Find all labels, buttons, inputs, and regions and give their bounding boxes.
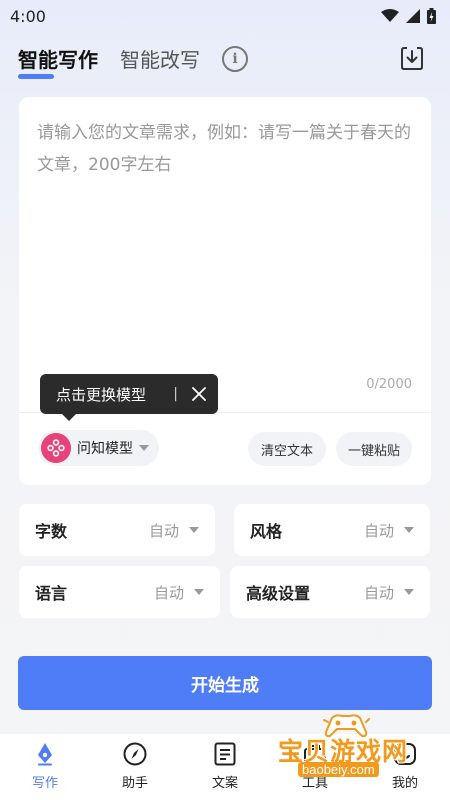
chevron-down-icon bbox=[139, 445, 149, 451]
advanced-settings-option[interactable]: 高级设置 自动 bbox=[230, 566, 430, 618]
compass-icon bbox=[123, 742, 147, 766]
download-icon[interactable] bbox=[400, 45, 424, 71]
nav-item-tools[interactable]: 工具 bbox=[270, 734, 360, 800]
pen-nib-icon bbox=[38, 743, 52, 766]
char-counter: 0/2000 bbox=[366, 377, 412, 392]
nav-label: 我的 bbox=[391, 776, 418, 791]
chevron-down-icon bbox=[404, 589, 414, 595]
option-value: 自动 bbox=[154, 582, 204, 603]
option-value: 自动 bbox=[364, 520, 414, 541]
battery-icon bbox=[427, 8, 436, 24]
nav-item-copywriting[interactable]: 文案 bbox=[180, 734, 270, 800]
status-time: 4:00 bbox=[10, 6, 46, 26]
close-icon[interactable] bbox=[192, 387, 206, 401]
paste-button[interactable]: 一键粘贴 bbox=[336, 432, 412, 466]
option-value-text: 自动 bbox=[363, 583, 394, 602]
chevron-down-icon bbox=[194, 589, 204, 595]
nav-item-assistant[interactable]: 助手 bbox=[90, 734, 180, 800]
profile-icon bbox=[394, 743, 416, 765]
header: 智能写作 智能改写 i bbox=[0, 36, 450, 82]
option-label: 字数 bbox=[35, 522, 68, 541]
option-label: 风格 bbox=[250, 522, 283, 541]
status-icons bbox=[381, 8, 436, 24]
option-value-text: 自动 bbox=[363, 521, 394, 540]
option-value: 自动 bbox=[364, 582, 414, 603]
nav-label: 助手 bbox=[121, 776, 148, 791]
nav-label: 写作 bbox=[31, 776, 58, 791]
nav-item-writing[interactable]: 写作 bbox=[0, 734, 90, 800]
option-label: 语言 bbox=[35, 584, 68, 603]
document-icon bbox=[214, 742, 236, 766]
signal-icon bbox=[406, 9, 420, 23]
nav-item-profile[interactable]: 我的 bbox=[360, 734, 450, 800]
option-value: 自动 bbox=[149, 520, 199, 541]
tab-smart-writing[interactable]: 智能写作 bbox=[18, 44, 98, 79]
toolbox-icon bbox=[304, 745, 326, 765]
language-option[interactable]: 语言 自动 bbox=[19, 566, 220, 618]
option-value-text: 自动 bbox=[153, 583, 184, 602]
status-bar: 4:00 bbox=[0, 0, 450, 32]
bottom-nav: 写作 助手 文案 工具 我的 bbox=[0, 734, 450, 800]
start-generate-button[interactable]: 开始生成 bbox=[18, 656, 432, 710]
clear-text-button[interactable]: 清空文本 bbox=[248, 432, 326, 466]
article-request-input[interactable] bbox=[37, 117, 415, 357]
style-option[interactable]: 风格 自动 bbox=[234, 504, 430, 556]
word-count-option[interactable]: 字数 自动 bbox=[19, 504, 215, 556]
chevron-down-icon bbox=[404, 527, 414, 533]
tooltip-text: 点击更换模型 bbox=[56, 385, 147, 404]
model-selector-label: 问知模型 bbox=[77, 441, 133, 457]
tab-smart-rewrite[interactable]: 智能改写 bbox=[120, 44, 200, 75]
option-value-text: 自动 bbox=[148, 521, 179, 540]
model-selector-button[interactable]: 问知模型 bbox=[38, 430, 159, 466]
nav-label: 文案 bbox=[211, 776, 238, 791]
model-tooltip: 点击更换模型 | bbox=[40, 374, 218, 421]
info-icon[interactable]: i bbox=[222, 46, 248, 72]
wifi-icon bbox=[381, 9, 399, 22]
model-logo-icon bbox=[41, 433, 71, 463]
tooltip-separator: | bbox=[173, 386, 178, 402]
option-label: 高级设置 bbox=[246, 584, 311, 603]
editor-card: 0/2000 问知模型 清空文本 一键粘贴 bbox=[19, 97, 431, 485]
nav-label: 工具 bbox=[301, 776, 328, 791]
chevron-down-icon bbox=[189, 527, 199, 533]
